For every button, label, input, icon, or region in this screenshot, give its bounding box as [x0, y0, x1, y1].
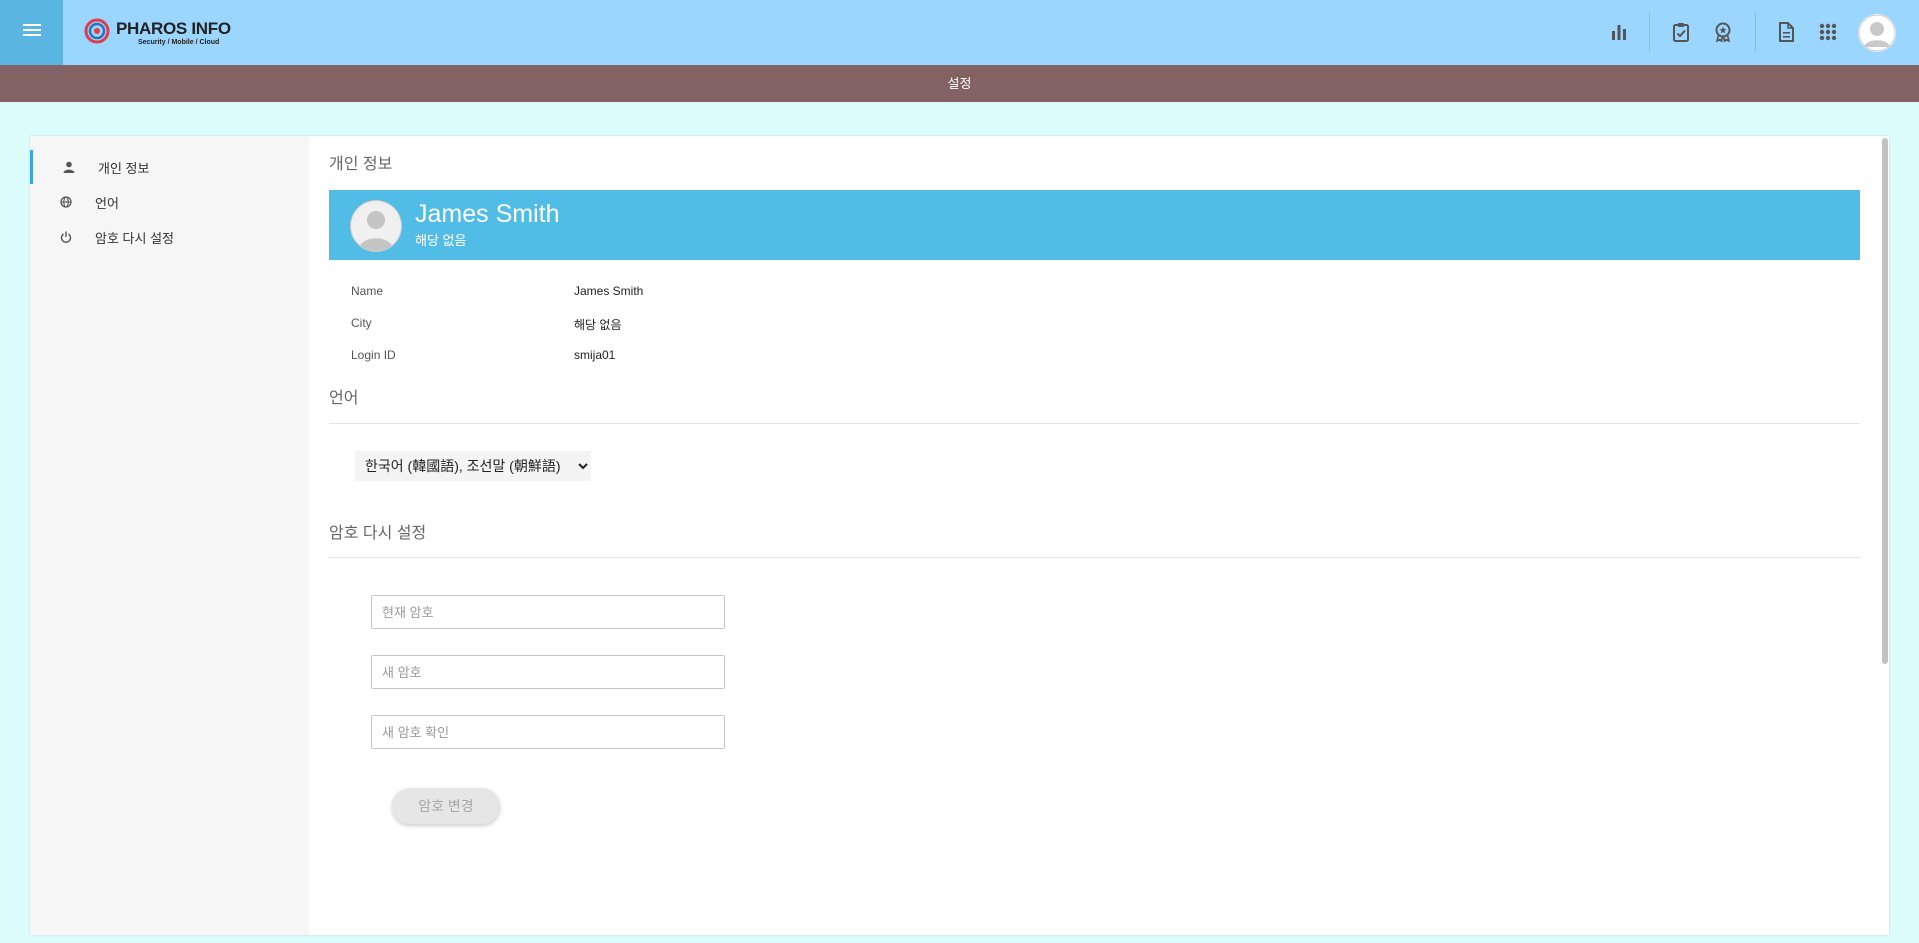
clipboard-check-icon[interactable]: [1668, 19, 1694, 45]
profile-avatar-icon: [350, 200, 402, 252]
person-icon: [61, 159, 77, 175]
scrollbar[interactable]: [1882, 138, 1888, 664]
settings-content: 개인 정보 James Smith 해당 없음 Name James Smith…: [309, 136, 1889, 935]
menu-button[interactable]: [0, 0, 63, 65]
divider: [329, 423, 1860, 424]
profile-city: 해당 없음: [415, 233, 467, 248]
sidebar-item-label: 암호 다시 설정: [95, 230, 174, 246]
info-value: smija01: [574, 348, 616, 362]
change-password-button[interactable]: 암호 변경: [392, 788, 500, 824]
confirm-password-input[interactable]: [371, 715, 725, 749]
language-select[interactable]: 한국어 (韓國語), 조선말 (朝鮮語): [355, 451, 591, 481]
document-icon[interactable]: [1773, 19, 1799, 45]
toolbar-divider: [1649, 12, 1650, 52]
award-icon[interactable]: [1710, 19, 1736, 45]
divider: [329, 557, 1860, 558]
page-title: 설정: [0, 65, 1919, 102]
user-avatar-icon[interactable]: [1858, 14, 1896, 52]
current-password-input[interactable]: [371, 595, 725, 629]
sidebar-item-language[interactable]: 언어: [30, 185, 309, 219]
logo-name: PHAROS INFO: [116, 19, 231, 38]
sidebar: 개인 정보 언어 암호 다시 설정: [30, 136, 309, 935]
toolbar-divider: [1755, 12, 1756, 52]
info-label: Login ID: [351, 348, 396, 362]
sidebar-item-label: 언어: [95, 195, 119, 211]
logo-tagline: Security / Mobile / Cloud: [138, 39, 220, 46]
info-value: 해당 없음: [574, 318, 622, 332]
apps-grid-icon[interactable]: [1815, 19, 1841, 45]
sidebar-item-label: 개인 정보: [98, 160, 150, 176]
sidebar-item-reset-password[interactable]: 암호 다시 설정: [30, 220, 309, 254]
info-label: City: [351, 316, 372, 330]
info-value: James Smith: [574, 284, 644, 298]
sidebar-item-personal-info[interactable]: 개인 정보: [30, 150, 312, 184]
bar-chart-icon[interactable]: [1606, 19, 1632, 45]
globe-icon: [58, 194, 74, 210]
personal-info-heading: 개인 정보: [329, 156, 393, 173]
profile-card: James Smith 해당 없음: [329, 190, 1860, 260]
settings-panel: 개인 정보 언어 암호 다시 설정 개인 정보 James Smith 해당 없…: [30, 136, 1889, 935]
menu-icon: [22, 22, 42, 43]
info-label: Name: [351, 284, 384, 298]
profile-name: James Smith: [415, 200, 560, 228]
power-icon: [58, 229, 74, 245]
language-heading: 언어: [329, 390, 359, 407]
new-password-input[interactable]: [371, 655, 725, 689]
pharos-logo[interactable]: PHAROS INFO Security / Mobile / Cloud: [84, 18, 231, 48]
top-bar: PHAROS INFO Security / Mobile / Cloud: [0, 0, 1919, 65]
reset-password-heading: 암호 다시 설정: [329, 525, 427, 542]
logo-swirl-icon: [84, 18, 110, 49]
